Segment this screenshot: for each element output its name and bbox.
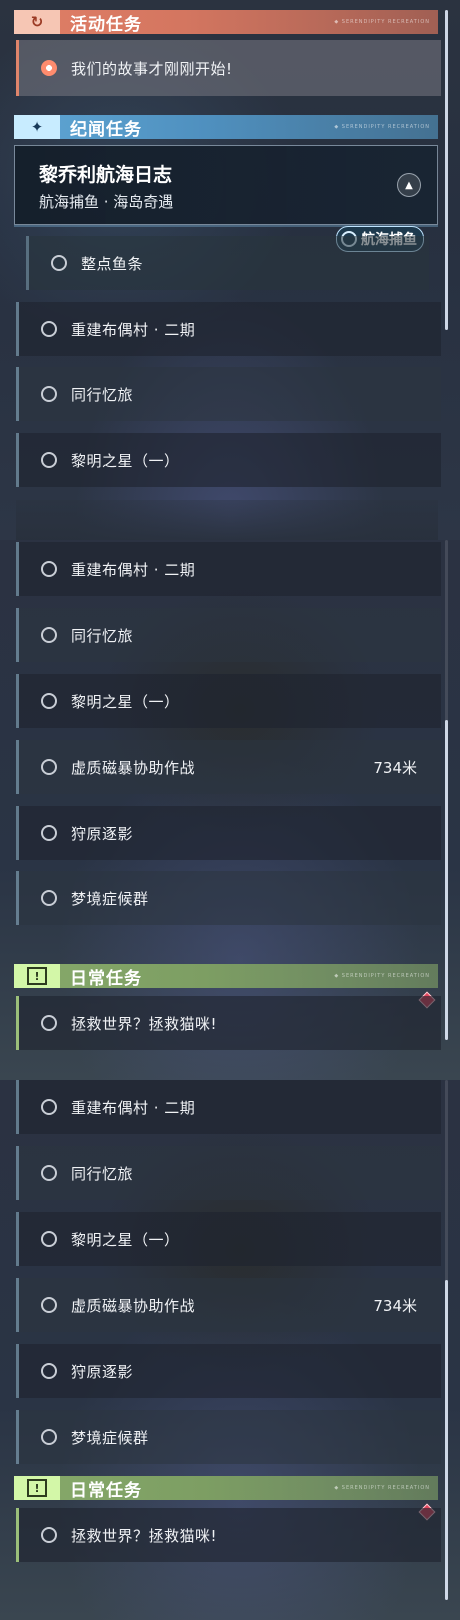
quest-label: 虚质磁暴协助作战 [71,758,196,777]
scrollbar[interactable] [445,10,448,330]
quest-item[interactable]: 黎明之星（一） [16,1212,441,1266]
navigate-icon[interactable]: ▲ [397,173,421,197]
quest-label: 同行忆旅 [71,626,134,645]
quest-label: 梦境症候群 [71,1428,149,1447]
quest-label: 狩原逐影 [71,1362,134,1381]
quest-label: 重建布偶村 · 二期 [71,1098,196,1117]
alert-icon: ! [14,1476,60,1500]
quest-item[interactable]: 重建布偶村 · 二期 [16,542,441,596]
quest-circle-icon [41,890,57,906]
quest-circle-icon [41,1429,57,1445]
quest-label: 拯救世界？拯救猫咪! [71,1526,218,1545]
sparkle-icon: ✦ [14,115,60,139]
quest-circle-icon [51,255,67,271]
quest-item-sub[interactable]: 整点鱼条 [26,236,429,290]
quest-item-daily[interactable]: 拯救世界？拯救猫咪! [16,996,441,1050]
quest-item[interactable]: 梦境症候群 [16,871,441,925]
saga-card[interactable]: 黎乔利航海日志 航海捕鱼 · 海岛奇遇 ▲ [14,145,438,225]
quest-circle-icon [41,452,57,468]
quest-item[interactable]: 同行忆旅 [16,1146,441,1200]
section-title: 活动任务 [70,14,142,35]
quest-circle-icon [41,561,57,577]
quest-item[interactable]: 梦境症候群 [16,1410,441,1464]
section-header-event[interactable]: ↻ 活动任务 ◆ SERENDIPITY RECREATION [14,10,438,35]
quest-panel-1: ↻ 活动任务 ◆ SERENDIPITY RECREATION 我们的故事才刚刚… [0,0,460,540]
section-title: 日常任务 [70,1480,142,1501]
alert-icon: ! [14,964,60,988]
quest-label: 黎明之星（一） [71,451,180,470]
quest-item[interactable]: 狩原逐影 [16,806,441,860]
header-decoration: ◆ SERENDIPITY RECREATION [334,1485,430,1491]
quest-circle-icon [41,825,57,841]
quest-circle-icon [41,386,57,402]
quest-circle-icon [41,759,57,775]
section-header-daily[interactable]: ! 日常任务 ◆ SERENDIPITY RECREATION [14,1476,438,1501]
quest-circle-icon [41,1363,57,1379]
quest-panel-2: 重建布偶村 · 二期 同行忆旅 黎明之星（一） 虚质磁暴协助作战 734米 狩原… [0,540,460,1080]
header-decoration: ◆ SERENDIPITY RECREATION [334,124,430,130]
quest-item[interactable]: 虚质磁暴协助作战 734米 [16,1278,441,1332]
quest-label: 黎明之星（一） [71,1230,180,1249]
saga-subtitle: 航海捕鱼 · 海岛奇遇 [39,193,174,211]
quest-circle-icon [41,1231,57,1247]
scrollbar-thumb[interactable] [445,1280,448,1600]
scrollbar-thumb[interactable] [445,720,448,1040]
quest-label: 同行忆旅 [71,1164,134,1183]
section-title: 日常任务 [70,968,142,989]
section-header-saga[interactable]: ✦ 纪闻任务 ◆ SERENDIPITY RECREATION [14,115,438,140]
quest-item[interactable]: 黎明之星（一） [16,433,441,487]
quest-circle-icon [41,1297,57,1313]
quest-label: 同行忆旅 [71,385,134,404]
quest-distance: 734米 [373,758,417,777]
quest-item[interactable]: 重建布偶村 · 二期 [16,302,441,356]
quest-circle-icon [41,1099,57,1115]
quest-label: 梦境症候群 [71,889,149,908]
quest-label: 重建布偶村 · 二期 [71,560,196,579]
saga-title: 黎乔利航海日志 [39,164,173,186]
quest-circle-icon [41,693,57,709]
scrollbar-thumb[interactable] [445,10,448,330]
quest-item[interactable]: 狩原逐影 [16,1344,441,1398]
quest-item[interactable]: 黎明之星（一） [16,674,441,728]
quest-label: 整点鱼条 [81,254,144,273]
section-header-daily[interactable]: ! 日常任务 ◆ SERENDIPITY RECREATION [14,964,438,989]
quest-item-daily[interactable]: 拯救世界？拯救猫咪! [16,1508,441,1562]
refresh-icon: ↻ [14,10,60,34]
section-title: 纪闻任务 [70,119,142,140]
quest-label: 狩原逐影 [71,824,134,843]
quest-label: 我们的故事才刚刚开始! [71,59,233,78]
quest-panel-3: 重建布偶村 · 二期 同行忆旅 黎明之星（一） 虚质磁暴协助作战 734米 狩原… [0,1080,460,1620]
quest-item[interactable]: 虚质磁暴协助作战 734米 [16,740,441,794]
list-fade [16,500,438,540]
header-decoration: ◆ SERENDIPITY RECREATION [334,973,430,979]
quest-label: 拯救世界？拯救猫咪! [71,1014,218,1033]
quest-circle-icon [41,321,57,337]
scrollbar[interactable] [445,540,448,1040]
quest-circle-icon [41,1165,57,1181]
quest-item[interactable]: 同行忆旅 [16,608,441,662]
quest-circle-icon [41,1015,57,1031]
quest-active-icon [41,60,57,76]
quest-item[interactable]: 同行忆旅 [16,367,441,421]
quest-item-event[interactable]: 我们的故事才刚刚开始! [16,40,441,96]
quest-label: 黎明之星（一） [71,692,180,711]
quest-distance: 734米 [373,1296,417,1315]
quest-label: 重建布偶村 · 二期 [71,320,196,339]
quest-circle-icon [41,627,57,643]
quest-label: 虚质磁暴协助作战 [71,1296,196,1315]
scrollbar[interactable] [445,1080,448,1600]
header-decoration: ◆ SERENDIPITY RECREATION [334,19,430,25]
quest-item[interactable]: 重建布偶村 · 二期 [16,1080,441,1134]
quest-circle-icon [41,1527,57,1543]
